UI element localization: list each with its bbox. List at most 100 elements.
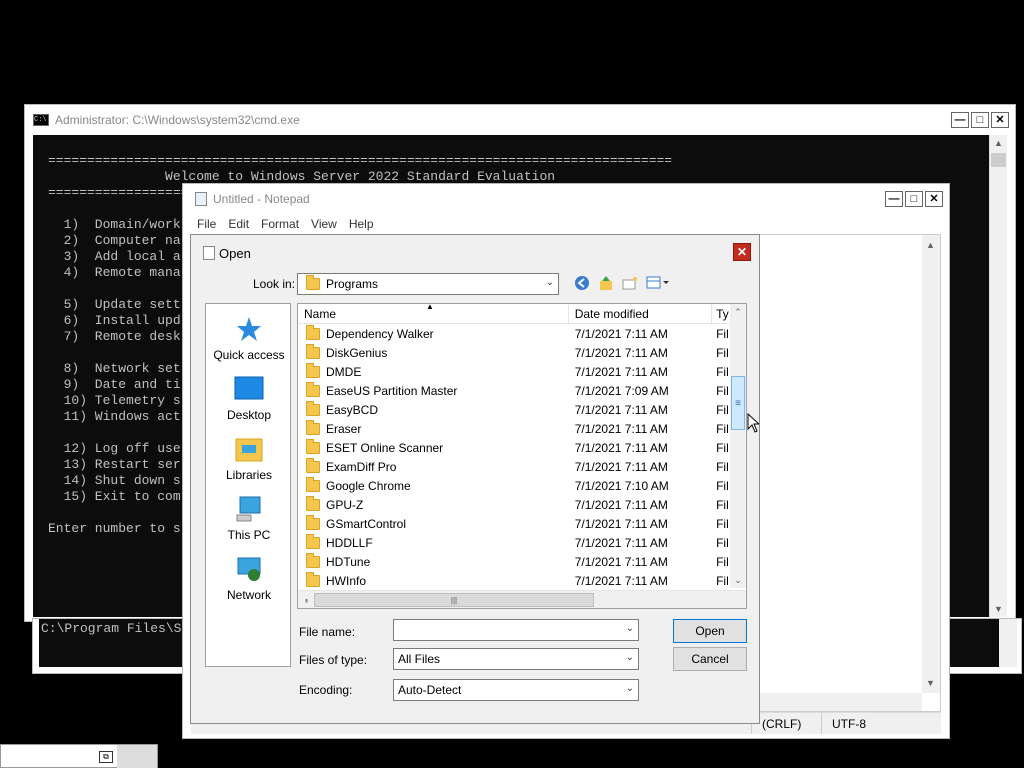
column-header-type[interactable]: Ty [712, 304, 730, 324]
menu-format[interactable]: Format [261, 217, 299, 231]
scroll-right-icon[interactable]: › [298, 592, 315, 608]
scroll-up-icon[interactable]: ▲ [922, 237, 939, 253]
notepad-maximize-button[interactable]: □ [905, 191, 923, 207]
place-network[interactable]: Network [206, 554, 292, 602]
cmd-close-button[interactable]: ✕ [991, 112, 1009, 128]
encoding-dropdown[interactable]: Auto-Detect ⌄ [393, 679, 639, 701]
cmd-icon: C:\ [33, 114, 49, 126]
file-row[interactable]: HWInfo 7/1/2021 7:11 AM Fil [298, 571, 730, 590]
file-row[interactable]: ExamDiff Pro 7/1/2021 7:11 AM Fil [298, 457, 730, 476]
folder-icon [306, 571, 320, 587]
scroll-down-icon[interactable]: ▼ [922, 675, 939, 691]
file-date: 7/1/2021 7:11 AM [574, 497, 668, 512]
file-name: ExamDiff Pro [326, 459, 397, 474]
cmd-minimize-button[interactable]: — [951, 112, 969, 128]
file-list-horizontal-scrollbar[interactable]: ‹ ||| › [298, 590, 746, 608]
file-date: 7/1/2021 7:11 AM [574, 421, 668, 436]
column-header-name[interactable]: Name ▲ [298, 304, 569, 324]
chevron-down-icon: ⌄ [545, 277, 554, 288]
view-menu-icon[interactable] [645, 274, 671, 292]
up-folder-icon[interactable] [597, 274, 615, 292]
look-in-dropdown[interactable]: Programs ⌄ [297, 273, 559, 295]
menu-file[interactable]: File [197, 217, 216, 231]
scroll-down-icon[interactable]: ⌄ [730, 572, 746, 588]
folder-icon [306, 324, 320, 340]
column-header-date[interactable]: Date modified [569, 304, 713, 324]
scroll-up-icon[interactable]: ▲ [990, 135, 1007, 151]
chevron-down-icon[interactable]: ⌄ [626, 623, 634, 634]
file-name: EasyBCD [326, 402, 379, 417]
file-name-cell: EasyBCD [298, 400, 569, 417]
scroll-up-icon[interactable]: ⌃ [730, 304, 746, 320]
notepad-titlebar[interactable]: Untitled - Notepad — □ ✕ [183, 184, 949, 214]
file-list-scroll-thumb[interactable]: ≡ [731, 376, 745, 430]
notepad-title: Untitled - Notepad [213, 192, 310, 206]
thumbnail-edge [117, 745, 157, 768]
file-row[interactable]: HDTune 7/1/2021 7:11 AM Fil [298, 552, 730, 571]
cmd-scroll-thumb[interactable] [991, 153, 1006, 167]
file-row[interactable]: ESET Online Scanner 7/1/2021 7:11 AM Fil [298, 438, 730, 457]
file-row[interactable]: HDDLLF 7/1/2021 7:11 AM Fil [298, 533, 730, 552]
file-name-label: File name: [299, 625, 356, 639]
place-quick-access[interactable]: Quick access [206, 314, 292, 362]
place-label: Network [226, 588, 271, 602]
place-label: Desktop [226, 408, 272, 422]
taskbar-thumbnail[interactable]: ⧉ [0, 744, 158, 768]
file-type: Fil [716, 554, 729, 569]
cmd-title: Administrator: C:\Windows\system32\cmd.e… [55, 113, 300, 127]
file-name-cell: HWInfo [298, 571, 569, 588]
back-icon[interactable] [573, 274, 591, 292]
open-button[interactable]: Open [673, 619, 747, 643]
file-name-input[interactable]: ⌄ [393, 619, 639, 641]
cancel-button[interactable]: Cancel [673, 647, 747, 671]
file-type: Fil [716, 478, 729, 493]
file-row[interactable]: Google Chrome 7/1/2021 7:10 AM Fil [298, 476, 730, 495]
look-in-value: Programs [326, 277, 379, 291]
file-list-vertical-scrollbar[interactable]: ⌃ ≡ ⌄ [730, 304, 746, 588]
notepad-vertical-scrollbar[interactable]: ▲ ▼ [922, 235, 940, 693]
cmd2-vertical-scrollbar[interactable] [999, 619, 1017, 667]
place-desktop[interactable]: Desktop [206, 374, 292, 422]
file-row[interactable]: DiskGenius 7/1/2021 7:11 AM Fil [298, 343, 730, 362]
scroll-down-icon[interactable]: ▼ [990, 601, 1007, 617]
open-dialog[interactable]: Open ✕ Look in: Programs ⌄ Quick access … [190, 234, 761, 724]
folder-icon [306, 552, 320, 568]
file-type: Fil [716, 345, 729, 360]
menu-help[interactable]: Help [349, 217, 374, 231]
file-list[interactable]: Name ▲ Date modified Ty Dependency Walke… [297, 303, 747, 609]
cmd-titlebar[interactable]: C:\ Administrator: C:\Windows\system32\c… [25, 105, 1015, 135]
cmd-maximize-button[interactable]: □ [971, 112, 989, 128]
place-libraries[interactable]: Libraries [206, 434, 292, 482]
network-icon [234, 554, 264, 584]
dialog-close-button[interactable]: ✕ [733, 243, 751, 261]
new-folder-icon[interactable] [621, 274, 639, 292]
folder-icon [306, 438, 320, 454]
folder-icon [306, 514, 320, 530]
file-row[interactable]: GPU-Z 7/1/2021 7:11 AM Fil [298, 495, 730, 514]
file-row[interactable]: EasyBCD 7/1/2021 7:11 AM Fil [298, 400, 730, 419]
cmd-vertical-scrollbar[interactable]: ▲ ▼ [989, 135, 1007, 617]
file-row[interactable]: EaseUS Partition Master 7/1/2021 7:09 AM F… [298, 381, 730, 400]
files-of-type-dropdown[interactable]: All Files ⌄ [393, 648, 639, 670]
sort-ascending-icon: ▲ [426, 303, 434, 311]
file-row[interactable]: Dependency Walker 7/1/2021 7:11 AM Fil [298, 324, 730, 343]
file-row[interactable]: Eraser 7/1/2021 7:11 AM Fil [298, 419, 730, 438]
file-row[interactable]: DMDE 7/1/2021 7:11 AM Fil [298, 362, 730, 381]
file-type: Fil [716, 326, 729, 341]
folder-icon [306, 275, 320, 290]
restore-icon[interactable]: ⧉ [99, 751, 113, 763]
file-row[interactable]: GSmartControl 7/1/2021 7:11 AM Fil [298, 514, 730, 533]
notepad-minimize-button[interactable]: — [885, 191, 903, 207]
menu-edit[interactable]: Edit [228, 217, 249, 231]
open-dialog-titlebar[interactable]: Open ✕ [191, 235, 759, 271]
place-this-pc[interactable]: This PC [206, 494, 292, 542]
folder-icon [306, 457, 320, 473]
file-date: 7/1/2021 7:11 AM [574, 554, 668, 569]
file-list-hscroll-thumb[interactable]: ||| [314, 593, 594, 607]
file-date: 7/1/2021 7:10 AM [574, 478, 669, 493]
menu-view[interactable]: View [311, 217, 337, 231]
mouse-cursor-icon [747, 412, 761, 436]
file-list-header: Name ▲ Date modified Ty [298, 304, 730, 324]
notepad-close-button[interactable]: ✕ [925, 191, 943, 207]
place-label: Quick access [213, 348, 285, 362]
